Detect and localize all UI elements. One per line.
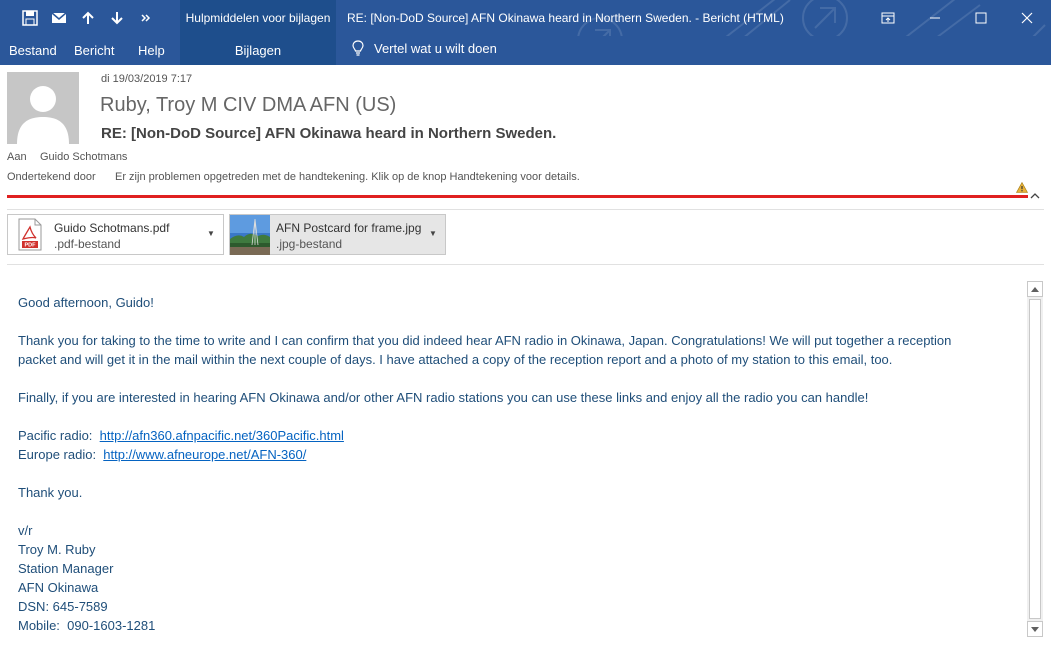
pacific-radio-link[interactable]: http://afn360.afnpacific.net/360Pacific.…	[100, 428, 344, 443]
attachment-tools-group: Hulpmiddelen voor bijlagen Bijlagen	[180, 0, 336, 65]
maximize-icon[interactable]	[969, 6, 993, 30]
mail-icon[interactable]	[49, 8, 69, 28]
pacific-line: Pacific radio: http://afn360.afnpacific.…	[18, 426, 1018, 445]
signature-line: DSN: 645-7589	[18, 599, 108, 614]
svg-text:PDF: PDF	[25, 243, 37, 249]
scroll-up-icon[interactable]	[1027, 281, 1043, 297]
minimize-icon[interactable]	[923, 6, 947, 30]
tab-bestand[interactable]: Bestand	[9, 43, 57, 58]
body-paragraph: packet and will get it in the mail withi…	[18, 352, 893, 367]
tab-bericht[interactable]: Bericht	[74, 43, 114, 58]
signature-line: Mobile: 090-1603-1281	[18, 618, 156, 633]
collapse-header-icon[interactable]	[1030, 190, 1040, 202]
ribbon-display-options-icon[interactable]	[876, 6, 900, 30]
tab-bijlagen[interactable]: Bijlagen	[180, 43, 336, 58]
scroll-down-icon[interactable]	[1027, 621, 1043, 637]
attachment-dropdown-icon[interactable]: ▼	[429, 229, 437, 238]
tell-me-box[interactable]: Vertel wat u wilt doen	[352, 40, 497, 56]
signature-error-bar	[7, 195, 1028, 198]
link-label: Europe radio:	[18, 447, 104, 462]
attachment-type: .jpg-bestand	[276, 237, 343, 251]
pdf-icon: PDF	[13, 218, 46, 251]
to-recipient[interactable]: Guido Schotmans	[40, 151, 127, 163]
scrollbar-thumb[interactable]	[1029, 299, 1041, 619]
vertical-scrollbar[interactable]	[1027, 281, 1043, 637]
avatar	[7, 72, 79, 144]
attachment-dropdown-icon[interactable]: ▼	[207, 229, 215, 238]
attachment-pdf[interactable]: PDF Guido Schotmans.pdf .pdf-bestand ▼	[7, 214, 224, 255]
signed-by-label: Ondertekend door	[7, 171, 96, 183]
attachment-name: Guido Schotmans.pdf	[54, 221, 170, 235]
arrow-up-icon[interactable]	[78, 8, 98, 28]
message-date: di 19/03/2019 7:17	[101, 73, 193, 85]
sender-name[interactable]: Ruby, Troy M CIV DMA AFN (US)	[100, 94, 396, 117]
signature-line: Troy M. Ruby	[18, 542, 96, 557]
body-paragraph: Finally, if you are interested in hearin…	[18, 390, 869, 405]
signature-status-text: Er zijn problemen opgetreden met de hand…	[115, 171, 580, 183]
more-commands-icon[interactable]	[136, 8, 156, 28]
tell-me-text: Vertel wat u wilt doen	[374, 40, 497, 56]
lightbulb-icon	[352, 40, 364, 56]
closing: Thank you.	[18, 485, 83, 500]
message-subject: RE: [Non-DoD Source] AFN Okinawa heard i…	[101, 125, 557, 142]
europe-radio-link[interactable]: http://www.afneurope.net/AFN-360/	[103, 447, 306, 462]
attachment-type: .pdf-bestand	[54, 237, 121, 251]
context-group-title: Hulpmiddelen voor bijlagen	[185, 11, 331, 25]
message-body: Good afternoon, Guido! Thank you for tak…	[18, 293, 1018, 635]
signature-line: Station Manager	[18, 561, 114, 576]
europe-line: Europe radio: http://www.afneurope.net/A…	[18, 445, 1018, 464]
image-thumbnail	[230, 215, 270, 255]
attachment-name: AFN Postcard for frame.jpg	[276, 221, 422, 235]
divider	[7, 264, 1044, 265]
link-label: Pacific radio:	[18, 428, 100, 443]
ribbon-tabs: Bestand Bericht Help Vertel wat u wilt d…	[0, 36, 1051, 65]
window-title: RE: [Non-DoD Source] AFN Okinawa heard i…	[347, 11, 784, 25]
title-bar: RE: [Non-DoD Source] AFN Okinawa heard i…	[0, 0, 1051, 36]
close-icon[interactable]	[1015, 6, 1039, 30]
greeting: Good afternoon, Guido!	[18, 295, 154, 310]
body-paragraph: Thank you for taking to the time to writ…	[18, 333, 952, 348]
signature-line: v/r	[18, 523, 33, 538]
attachment-jpg[interactable]: AFN Postcard for frame.jpg .jpg-bestand …	[229, 214, 446, 255]
divider	[7, 209, 1044, 210]
save-icon[interactable]	[20, 8, 40, 28]
signature-line: AFN Okinawa	[18, 580, 99, 595]
tab-help[interactable]: Help	[138, 43, 165, 58]
to-label: Aan	[7, 151, 27, 163]
arrow-down-icon[interactable]	[107, 8, 127, 28]
